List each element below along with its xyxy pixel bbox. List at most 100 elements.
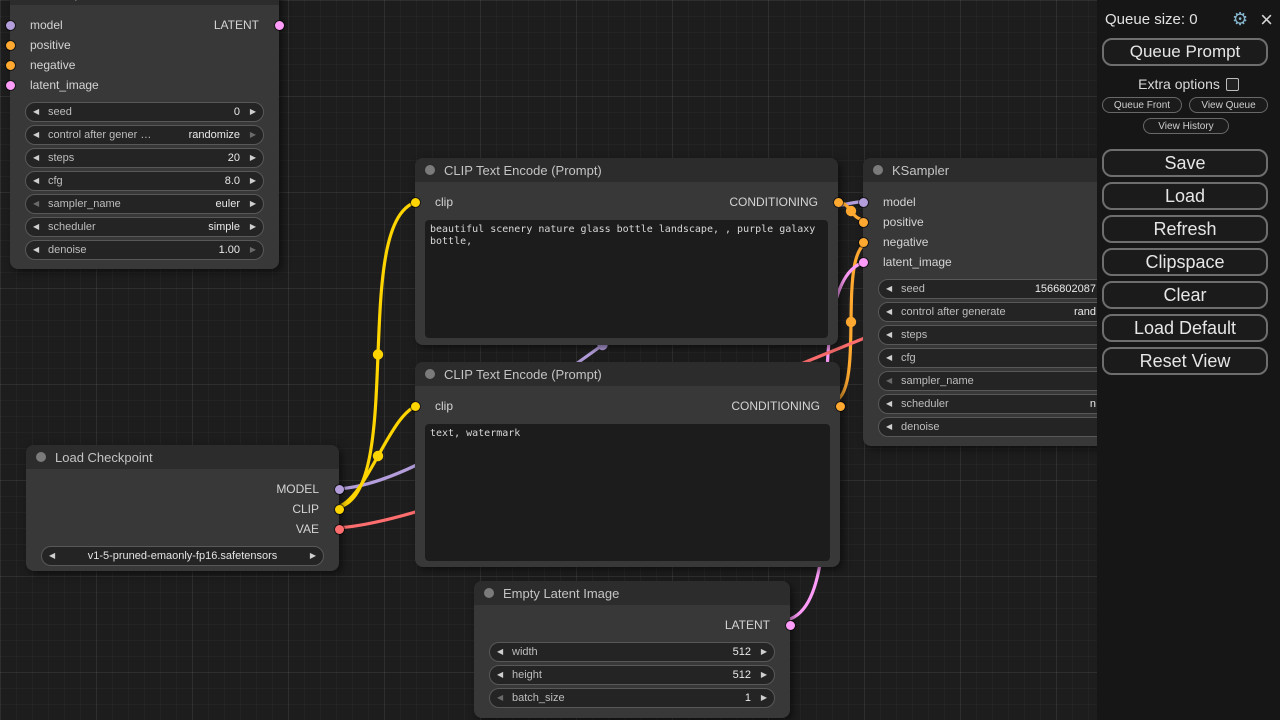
clip-input-port[interactable] <box>411 198 420 207</box>
node-title: Empty Latent Image <box>503 586 619 601</box>
positive-input-port[interactable] <box>859 218 868 227</box>
MODEL-output-port[interactable] <box>335 485 344 494</box>
refresh-button[interactable]: Refresh <box>1102 215 1268 243</box>
port-row: negative <box>10 55 279 75</box>
view-history-button[interactable]: View History <box>1143 118 1229 134</box>
CONDITIONING-output-port[interactable] <box>834 198 843 207</box>
output-label: LATENT <box>725 618 770 632</box>
widget-label: steps <box>901 329 927 341</box>
decrement-arrow-icon[interactable]: ◀ <box>886 354 898 362</box>
height-widget[interactable]: ◀height512▶ <box>489 665 775 685</box>
node-clip-negative: CLIP Text Encode (Prompt)clipCONDITIONIN… <box>415 362 840 567</box>
queue-prompt-button[interactable]: Queue Prompt <box>1102 38 1268 66</box>
load-default-button[interactable]: Load Default <box>1102 314 1268 342</box>
CONDITIONING-output-port[interactable] <box>836 402 845 411</box>
increment-arrow-icon[interactable]: ▶ <box>304 552 316 560</box>
view-queue-button[interactable]: View Queue <box>1189 97 1268 113</box>
node-clip-positive-titlebar[interactable]: CLIP Text Encode (Prompt) <box>415 158 838 182</box>
widget-label: control after gener … <box>48 129 151 141</box>
VAE-output-port[interactable] <box>335 525 344 534</box>
sampler_name-widget[interactable]: ◀sampler_nameeuler▶ <box>25 194 264 214</box>
output-label: MODEL <box>276 482 319 496</box>
reset-view-button[interactable]: Reset View <box>1102 347 1268 375</box>
decrement-arrow-icon[interactable]: ◀ <box>497 648 509 656</box>
extra-options-checkbox[interactable] <box>1226 78 1239 91</box>
model-input-port[interactable] <box>859 198 868 207</box>
decrement-arrow-icon[interactable]: ◀ <box>33 200 45 208</box>
decrement-arrow-icon[interactable]: ◀ <box>886 331 898 339</box>
negative-input-port[interactable] <box>859 238 868 247</box>
clipspace-button[interactable]: Clipspace <box>1102 248 1268 276</box>
width-widget[interactable]: ◀width512▶ <box>489 642 775 662</box>
latent_image-input-port[interactable] <box>6 81 15 90</box>
latent_image-input-port[interactable] <box>859 258 868 267</box>
decrement-arrow-icon[interactable]: ◀ <box>33 108 45 116</box>
model-input-port[interactable] <box>6 21 15 30</box>
decrement-arrow-icon[interactable]: ◀ <box>886 423 898 431</box>
CLIP-output-port[interactable] <box>335 505 344 514</box>
widget-label: batch_size <box>512 692 565 704</box>
widget-label: denoise <box>48 244 87 256</box>
decrement-arrow-icon[interactable]: ◀ <box>886 308 898 316</box>
settings-gear-icon[interactable]: ⚙ <box>1232 9 1248 30</box>
comfyui-app: KSamplermodelLATENTpositivenegativelaten… <box>0 0 1280 720</box>
node-ksampler-left: KSamplermodelLATENTpositivenegativelaten… <box>10 0 279 269</box>
LATENT-output-port[interactable] <box>275 21 284 30</box>
scheduler-widget[interactable]: ◀schedulersimple▶ <box>25 217 264 237</box>
positive-input-port[interactable] <box>6 41 15 50</box>
node-load-checkpoint-titlebar[interactable]: Load Checkpoint <box>26 445 339 469</box>
denoise-widget[interactable]: ◀denoise1.00▶ <box>25 240 264 260</box>
control after gener …-widget[interactable]: ◀control after gener …randomize▶ <box>25 125 264 145</box>
port-row: latent_image <box>10 75 279 95</box>
clip-input-port[interactable] <box>411 402 420 411</box>
decrement-arrow-icon[interactable]: ◀ <box>886 377 898 385</box>
increment-arrow-icon[interactable]: ▶ <box>244 154 256 162</box>
load-button[interactable]: Load <box>1102 182 1268 210</box>
decrement-arrow-icon[interactable]: ◀ <box>33 177 45 185</box>
close-icon[interactable]: × <box>1260 12 1273 28</box>
widget-value: 512 <box>733 669 751 681</box>
input-label: negative <box>883 235 928 249</box>
input-label: model <box>883 195 916 209</box>
collapse-dot-icon[interactable] <box>425 165 435 175</box>
clear-button[interactable]: Clear <box>1102 281 1268 309</box>
decrement-arrow-icon[interactable]: ◀ <box>33 154 45 162</box>
increment-arrow-icon[interactable]: ▶ <box>755 671 767 679</box>
node-clip-negative-titlebar[interactable]: CLIP Text Encode (Prompt) <box>415 362 840 386</box>
decrement-arrow-icon[interactable]: ◀ <box>497 671 509 679</box>
collapse-dot-icon[interactable] <box>425 369 435 379</box>
batch_size-widget[interactable]: ◀batch_size1▶ <box>489 688 775 708</box>
collapse-dot-icon[interactable] <box>36 452 46 462</box>
combo-widget[interactable]: ◀v1-5-pruned-emaonly-fp16.safetensors▶ <box>41 546 324 566</box>
node-empty-latent-titlebar[interactable]: Empty Latent Image <box>474 581 790 605</box>
widget-value: 8.0 <box>225 175 240 187</box>
negative-input-port[interactable] <box>6 61 15 70</box>
prompt-textarea[interactable] <box>425 424 830 561</box>
save-button[interactable]: Save <box>1102 149 1268 177</box>
decrement-arrow-icon[interactable]: ◀ <box>49 552 61 560</box>
LATENT-output-port[interactable] <box>786 621 795 630</box>
decrement-arrow-icon[interactable]: ◀ <box>33 246 45 254</box>
queue-size-label: Queue size: 0 <box>1105 11 1198 28</box>
queue-front-button[interactable]: Queue Front <box>1102 97 1182 113</box>
collapse-dot-icon[interactable] <box>484 588 494 598</box>
increment-arrow-icon[interactable]: ▶ <box>244 177 256 185</box>
decrement-arrow-icon[interactable]: ◀ <box>497 694 509 702</box>
decrement-arrow-icon[interactable]: ◀ <box>886 400 898 408</box>
decrement-arrow-icon[interactable]: ◀ <box>33 223 45 231</box>
increment-arrow-icon[interactable]: ▶ <box>244 246 256 254</box>
increment-arrow-icon[interactable]: ▶ <box>244 200 256 208</box>
cfg-widget[interactable]: ◀cfg8.0▶ <box>25 171 264 191</box>
increment-arrow-icon[interactable]: ▶ <box>755 648 767 656</box>
steps-widget[interactable]: ◀steps20▶ <box>25 148 264 168</box>
seed-widget[interactable]: ◀seed0▶ <box>25 102 264 122</box>
increment-arrow-icon[interactable]: ▶ <box>244 223 256 231</box>
collapse-dot-icon[interactable] <box>873 165 883 175</box>
increment-arrow-icon[interactable]: ▶ <box>244 131 256 139</box>
decrement-arrow-icon[interactable]: ◀ <box>33 131 45 139</box>
prompt-textarea[interactable] <box>425 220 828 338</box>
widget-value: 20 <box>228 152 240 164</box>
increment-arrow-icon[interactable]: ▶ <box>244 108 256 116</box>
increment-arrow-icon[interactable]: ▶ <box>755 694 767 702</box>
decrement-arrow-icon[interactable]: ◀ <box>886 285 898 293</box>
